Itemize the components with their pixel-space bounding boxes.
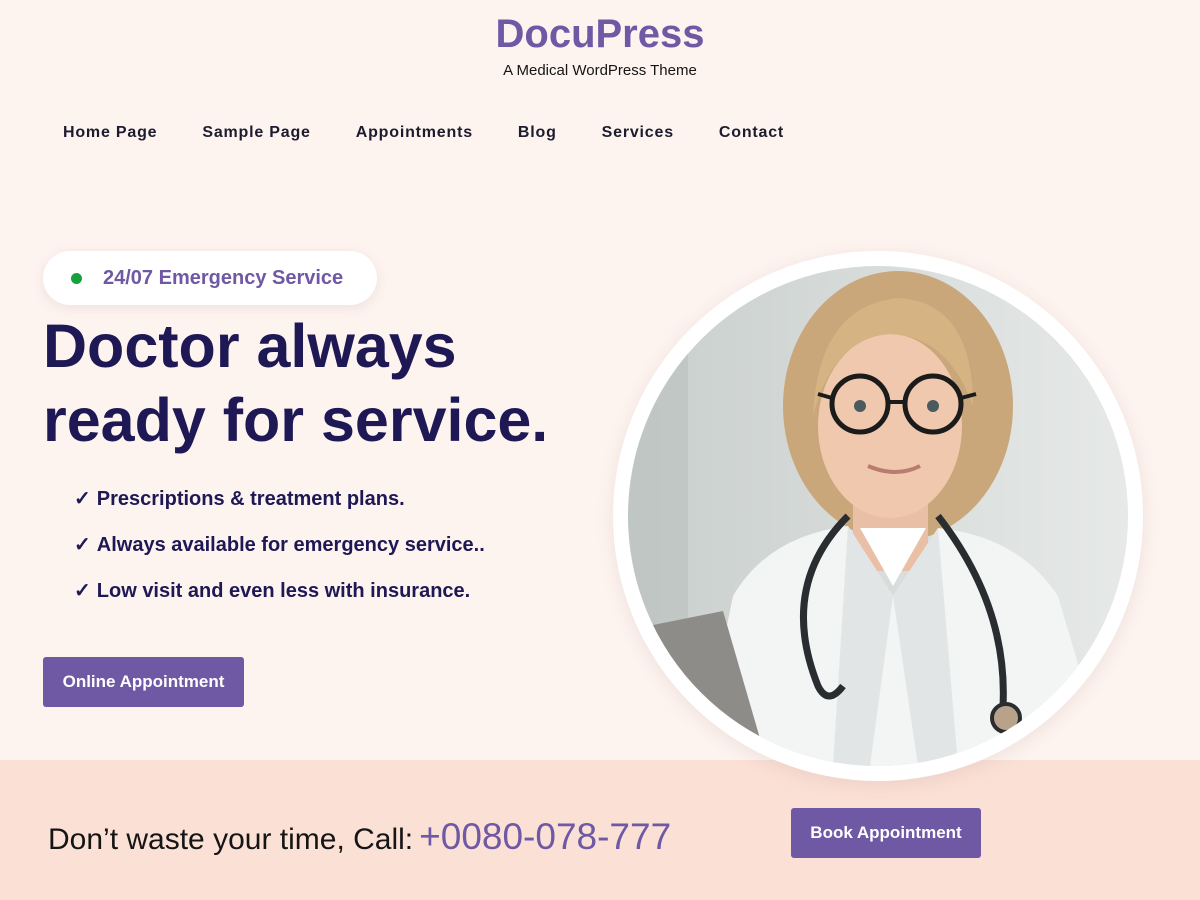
hero-headline-line-2: ready for service.	[43, 386, 549, 454]
feature-text: Always available for emergency service..	[96, 534, 485, 556]
site-header: DocuPress A Medical WordPress Theme	[0, 12, 1200, 79]
check-icon: ✓	[74, 580, 91, 602]
hero-headline-line-1: Doctor always	[43, 312, 457, 380]
feature-list: ✓ Prescriptions & treatment plans. ✓ Alw…	[74, 486, 485, 624]
feature-item: ✓ Low visit and even less with insurance…	[74, 578, 485, 624]
nav-item-services[interactable]: Services	[602, 124, 674, 142]
phone-number-link[interactable]: +0080-078-777	[419, 816, 671, 858]
status-dot-icon	[71, 272, 82, 284]
doctor-illustration	[628, 266, 1128, 766]
book-appointment-button[interactable]: Book Appointment	[791, 808, 981, 858]
emergency-badge: 24/07 Emergency Service	[43, 251, 377, 305]
call-text: Don’t waste your time, Call:	[48, 823, 414, 856]
nav-item-sample-page[interactable]: Sample Page	[202, 124, 310, 142]
nav-item-home-page[interactable]: Home Page	[63, 124, 157, 142]
feature-text: Prescriptions & treatment plans.	[96, 488, 405, 510]
call-callout: Don’t waste your time, Call: +0080-078-7…	[48, 816, 671, 858]
online-appointment-button[interactable]: Online Appointment	[43, 657, 244, 707]
nav-item-appointments[interactable]: Appointments	[356, 124, 473, 142]
doctor-photo	[613, 251, 1143, 781]
emergency-badge-label: 24/07 Emergency Service	[103, 266, 344, 289]
hero-headline: Doctor always ready for service.	[43, 309, 603, 457]
feature-text: Low visit and even less with insurance.	[96, 580, 471, 602]
site-tagline: A Medical WordPress Theme	[503, 62, 697, 79]
check-icon: ✓	[74, 488, 91, 510]
check-icon: ✓	[74, 534, 91, 556]
main-nav: Home Page Sample Page Appointments Blog …	[63, 124, 829, 142]
nav-item-blog[interactable]: Blog	[518, 124, 557, 142]
feature-item: ✓ Prescriptions & treatment plans.	[74, 486, 485, 532]
feature-item: ✓ Always available for emergency service…	[74, 532, 485, 578]
site-title[interactable]: DocuPress	[0, 12, 1200, 56]
nav-item-contact[interactable]: Contact	[719, 124, 784, 142]
